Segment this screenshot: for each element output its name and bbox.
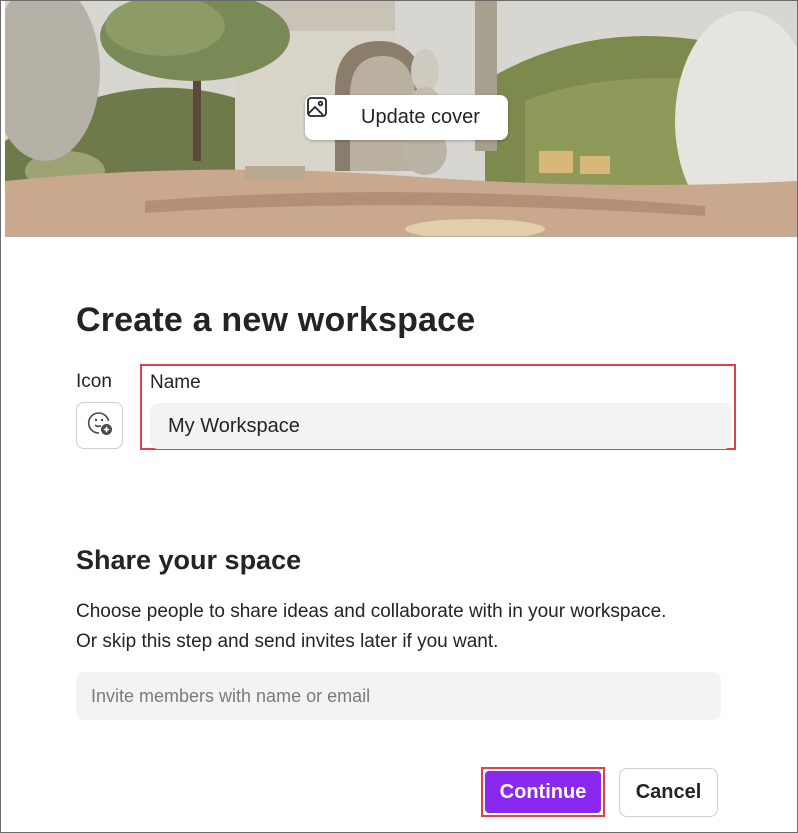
image-icon bbox=[307, 97, 349, 130]
cancel-button[interactable]: Cancel bbox=[619, 768, 718, 817]
share-description: Choose people to share ideas and collabo… bbox=[76, 597, 766, 657]
page-title: Create a new workspace bbox=[76, 301, 476, 339]
share-description-line-1: Choose people to share ideas and collabo… bbox=[76, 601, 667, 622]
invite-members-input[interactable] bbox=[76, 672, 721, 720]
share-section-title: Share your space bbox=[76, 545, 302, 575]
cover-image: Update cover bbox=[5, 1, 797, 237]
update-cover-label: Update cover bbox=[361, 106, 480, 128]
continue-button[interactable]: Continue bbox=[485, 771, 601, 813]
update-cover-button[interactable]: Update cover bbox=[305, 95, 508, 140]
name-label: Name bbox=[150, 372, 201, 393]
emoji-add-icon bbox=[86, 409, 114, 442]
name-field-group: Name bbox=[140, 364, 736, 450]
workspace-name-input[interactable] bbox=[150, 403, 732, 449]
create-workspace-dialog: Update cover Create a new workspace Icon… bbox=[0, 0, 798, 833]
icon-picker-button[interactable] bbox=[76, 402, 123, 449]
share-description-line-2: Or skip this step and send invites later… bbox=[76, 631, 499, 652]
icon-label: Icon bbox=[76, 371, 112, 392]
continue-button-highlight: Continue bbox=[481, 767, 605, 817]
